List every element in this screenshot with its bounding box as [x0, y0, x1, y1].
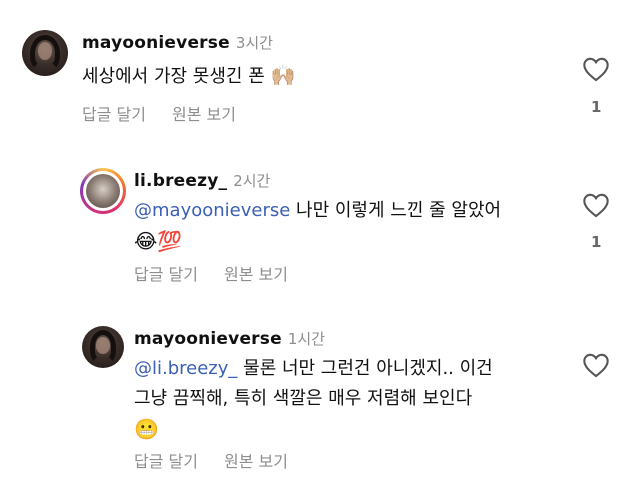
avatar[interactable]: [22, 30, 68, 76]
comment-body-line1: 물론 너만 그런건 아니겠지.. 이건: [237, 358, 493, 379]
like-heart-icon[interactable]: [582, 192, 610, 218]
like-heart-icon[interactable]: [582, 56, 610, 82]
timestamp: 1시간: [287, 330, 325, 348]
raised-hands-emoji: 🙌🏼: [270, 63, 296, 87]
username[interactable]: mayoonieverse: [82, 33, 230, 53]
comment-body-line2: 그냥 끔찍해, 특히 색깔은 매우 저렴해 보인다: [134, 388, 473, 409]
comment-header: li.breezy_ 2시간: [134, 170, 270, 191]
laughing-100-emoji: 😂💯: [134, 229, 183, 253]
comment-actions: 답글 달기 원본 보기: [134, 261, 314, 285]
comment-header: mayoonieverse 1시간: [134, 328, 325, 349]
avatar: [86, 174, 120, 208]
comment-actions: 답글 달기 원본 보기: [82, 101, 262, 125]
comment-body: 세상에서 가장 못생긴 폰: [82, 66, 265, 87]
timestamp: 2시간: [233, 172, 271, 190]
avatar[interactable]: [82, 326, 124, 368]
comment-text: 세상에서 가장 못생긴 폰 🙌🏼: [82, 60, 502, 92]
like-count: 1: [591, 233, 602, 251]
comment-body: 나만 이렇게 느낀 줄 알았어: [290, 200, 502, 221]
see-original-button[interactable]: 원본 보기: [224, 452, 288, 471]
username[interactable]: mayoonieverse: [134, 329, 282, 349]
mention-link[interactable]: @li.breezy_: [134, 358, 237, 379]
comment-text: @li.breezy_ 물론 너만 그런건 아니겠지.. 이건 그냥 끔찍해, …: [134, 354, 574, 446]
username[interactable]: li.breezy_: [134, 171, 227, 191]
see-original-button[interactable]: 원본 보기: [172, 105, 236, 124]
reply-button[interactable]: 답글 달기: [134, 265, 198, 284]
like-heart-icon[interactable]: [582, 352, 610, 378]
reply-button[interactable]: 답글 달기: [82, 105, 146, 124]
comment-text: @mayoonieverse 나만 이렇게 느낀 줄 알았어 😂💯: [134, 196, 574, 258]
like-count: 1: [591, 98, 602, 116]
comment-header: mayoonieverse 3시간: [82, 32, 273, 53]
see-original-button[interactable]: 원본 보기: [224, 265, 288, 284]
grimacing-emoji: 😬: [134, 417, 159, 441]
mention-link[interactable]: @mayoonieverse: [134, 200, 290, 221]
comment-actions: 답글 달기 원본 보기: [134, 448, 314, 472]
timestamp: 3시간: [235, 34, 273, 52]
reply-button[interactable]: 답글 달기: [134, 452, 198, 471]
story-ring-avatar[interactable]: [80, 168, 126, 214]
